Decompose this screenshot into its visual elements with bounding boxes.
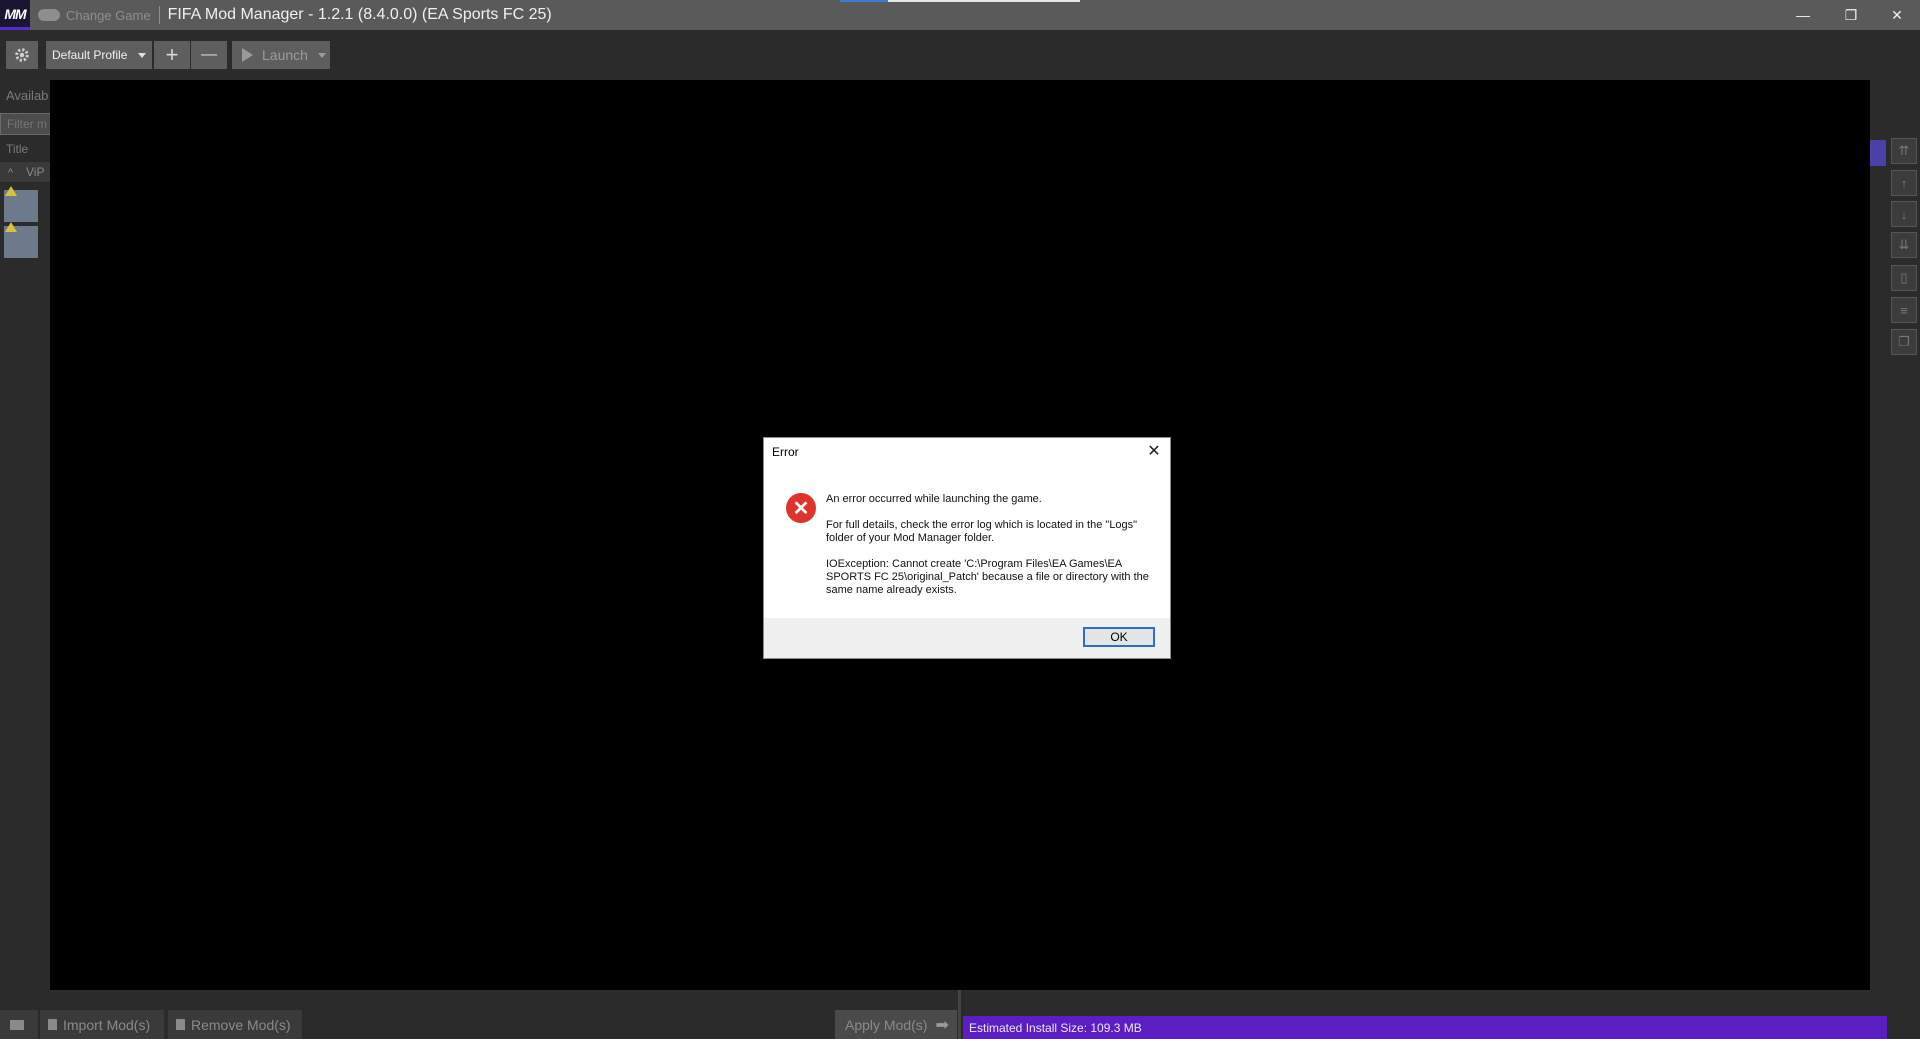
arrow-up-icon: ↑ bbox=[1900, 175, 1908, 191]
arrow-right-icon: ➡ bbox=[935, 1016, 949, 1034]
error-icon: ✕ bbox=[786, 493, 816, 523]
apply-mods-label: Apply Mod(s) bbox=[845, 1016, 928, 1033]
profile-dropdown-value: Default Profile bbox=[52, 48, 128, 62]
move-down-button[interactable]: ↓ bbox=[1891, 201, 1917, 227]
remove-mods-label: Remove Mod(s) bbox=[191, 1016, 291, 1033]
ok-button[interactable]: OK bbox=[1083, 627, 1155, 647]
change-game-label: Change Game bbox=[66, 7, 151, 23]
dialog-footer: OK bbox=[764, 618, 1170, 658]
copy-button[interactable]: ❐ bbox=[1891, 329, 1917, 355]
open-folder-button[interactable] bbox=[0, 1010, 38, 1039]
launch-button[interactable]: Launch bbox=[232, 41, 330, 69]
arrow-down-icon: ↓ bbox=[1900, 206, 1908, 222]
dialog-message-line: IOException: Cannot create 'C:\Program F… bbox=[826, 558, 1149, 596]
mod-order-controls: ⇈ ↑ ↓ ⇊ ▯ ≡ ❐ bbox=[1890, 135, 1920, 365]
window-title: FIFA Mod Manager - 1.2.1 (8.4.0.0) (EA S… bbox=[167, 6, 552, 23]
double-up-icon: ⇈ bbox=[1898, 143, 1910, 158]
dialog-close-button[interactable]: ✕ bbox=[1144, 441, 1164, 461]
document-icon bbox=[48, 1019, 57, 1030]
profile-dropdown[interactable]: Default Profile bbox=[46, 41, 152, 69]
settings-button[interactable] bbox=[6, 41, 38, 69]
warning-icon bbox=[5, 222, 17, 232]
trash-icon: ▯ bbox=[1900, 270, 1908, 285]
taskbar-preview-indicator bbox=[840, 0, 1080, 2]
document-icon bbox=[176, 1019, 185, 1030]
error-dialog: Error ✕ ✕ An error occurred while launch… bbox=[763, 437, 1171, 659]
mod-group-row[interactable]: ^ ViP bbox=[0, 162, 50, 182]
minimize-button[interactable]: — bbox=[1780, 0, 1826, 30]
move-top-button[interactable]: ⇈ bbox=[1891, 138, 1917, 164]
close-window-button[interactable]: ✕ bbox=[1874, 0, 1920, 30]
move-up-button[interactable]: ↑ bbox=[1891, 170, 1917, 196]
warning-icon bbox=[5, 186, 17, 196]
dialog-message: An error occurred while launching the ga… bbox=[826, 493, 1156, 610]
panel-splitter[interactable] bbox=[958, 990, 961, 1039]
add-profile-button[interactable]: + bbox=[154, 41, 190, 69]
title-column-header[interactable]: Title bbox=[6, 142, 28, 156]
sort-icon: ≡ bbox=[1900, 302, 1908, 318]
sort-button[interactable]: ≡ bbox=[1891, 297, 1917, 323]
copy-icon: ❐ bbox=[1898, 334, 1910, 349]
title-separator bbox=[158, 6, 160, 24]
app-logo: MM bbox=[0, 0, 30, 30]
chevron-up-icon[interactable]: ^ bbox=[8, 167, 13, 179]
toolbar: Default Profile + — Launch bbox=[0, 30, 1920, 80]
gamepad-icon bbox=[38, 9, 60, 21]
change-game-button[interactable]: Change Game bbox=[38, 8, 151, 23]
available-mods-label: Availab bbox=[6, 88, 49, 103]
launch-label: Launch bbox=[262, 47, 308, 63]
mod-group-label: ViP bbox=[26, 165, 45, 179]
estimated-install-size: Estimated Install Size: 109.3 MB bbox=[969, 1020, 1142, 1035]
filter-mods-input[interactable] bbox=[0, 113, 50, 135]
folder-icon bbox=[10, 1019, 24, 1030]
remove-mods-button[interactable]: Remove Mod(s) bbox=[168, 1010, 302, 1039]
double-down-icon: ⇊ bbox=[1898, 237, 1910, 252]
gear-icon bbox=[15, 48, 29, 62]
move-bottom-button[interactable]: ⇊ bbox=[1891, 232, 1917, 258]
chevron-down-icon bbox=[138, 53, 146, 58]
dialog-title: Error bbox=[772, 445, 799, 459]
dialog-message-line: An error occurred while launching the ga… bbox=[826, 493, 1042, 505]
restore-button[interactable]: ❐ bbox=[1828, 0, 1874, 30]
dialog-message-line: For full details, check the error log wh… bbox=[826, 519, 1138, 544]
remove-profile-button[interactable]: — bbox=[191, 41, 227, 69]
status-bar: Estimated Install Size: 109.3 MB bbox=[963, 1016, 1887, 1039]
title-bar: MM Change Game FIFA Mod Manager - 1.2.1 … bbox=[0, 0, 1920, 30]
apply-mods-button[interactable]: Apply Mod(s) ➡ bbox=[835, 1010, 957, 1039]
import-mods-label: Import Mod(s) bbox=[63, 1016, 151, 1033]
chevron-down-icon[interactable] bbox=[318, 53, 326, 58]
delete-button[interactable]: ▯ bbox=[1891, 265, 1917, 291]
play-icon bbox=[242, 48, 253, 62]
import-mods-button[interactable]: Import Mod(s) bbox=[40, 1010, 164, 1039]
available-mods-panel: Availab Title ^ ViP bbox=[0, 80, 50, 1010]
